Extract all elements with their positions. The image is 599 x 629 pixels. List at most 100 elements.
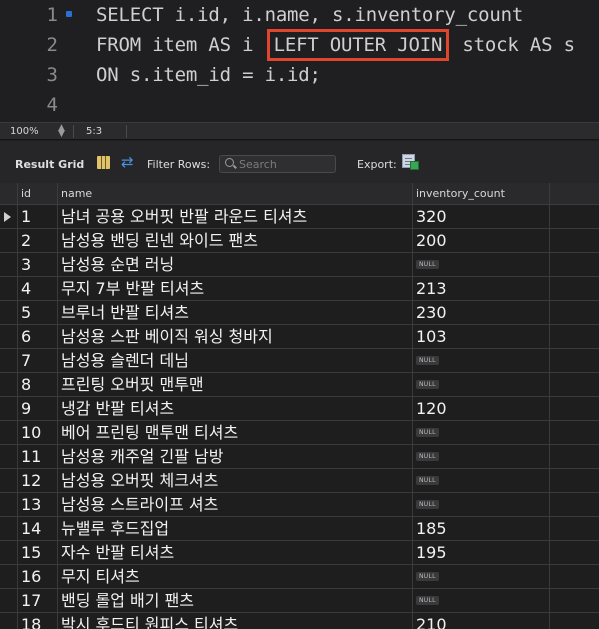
cell-id[interactable]: 6 [17,325,57,349]
line-number: 4 [46,94,58,116]
table-row[interactable]: 17 밴딩 롤업 배기 팬츠 NULL [0,589,599,613]
cell-id[interactable]: 18 [17,613,57,629]
cell-empty [549,205,599,229]
table-row[interactable]: 18 박시 후드티 원피스 티셔츠 210 [0,613,599,629]
cell-id[interactable]: 15 [17,541,57,565]
table-row[interactable]: 3 남성용 순면 러닝 NULL [0,253,599,277]
cell-inventory-count[interactable]: NULL [412,253,549,277]
cell-empty [549,229,599,253]
editor-status-bar: 100% ▲ ▼ 5:3 [0,122,599,140]
cell-inventory-count[interactable]: 195 [412,541,549,565]
cell-name[interactable]: 프린팅 오버핏 맨투맨 [57,373,412,397]
cell-name[interactable]: 뉴밸루 후드집업 [57,517,412,541]
table-row[interactable]: 5 브루너 반팔 티셔츠 230 [0,301,599,325]
cell-id[interactable]: 10 [17,421,57,445]
cell-inventory-count[interactable]: NULL [412,373,549,397]
table-row[interactable]: 1 남녀 공용 오버핏 반팔 라운드 티셔츠 320 [0,205,599,229]
code-text[interactable]: SELECT i.id, i.name, s.inventory_count [96,0,523,30]
cell-inventory-count[interactable]: NULL [412,469,549,493]
null-badge: NULL [416,500,439,509]
table-row[interactable]: 11 남성용 캐주얼 긴팔 남방 NULL [0,445,599,469]
cell-inventory-count[interactable]: NULL [412,445,549,469]
code-text[interactable]: ON s.item_id = i.id; [96,60,321,90]
cell-empty [549,493,599,517]
column-header-id[interactable]: id [17,183,57,205]
cell-inventory-count[interactable]: NULL [412,565,549,589]
cell-name[interactable]: 베어 프린팅 맨투맨 티셔츠 [57,421,412,445]
table-row[interactable]: 14 뉴밸루 후드집업 185 [0,517,599,541]
cell-id[interactable]: 9 [17,397,57,421]
export-label: Export: [357,158,397,171]
cell-inventory-count[interactable]: NULL [412,493,549,517]
column-header-inventory-count[interactable]: inventory_count [412,183,549,205]
cell-name[interactable]: 남성용 슬렌더 데님 [57,349,412,373]
table-row[interactable]: 9 냉감 반팔 티셔츠 120 [0,397,599,421]
table-row[interactable]: 12 남성용 오버핏 체크셔츠 NULL [0,469,599,493]
cell-inventory-count[interactable]: 210 [412,613,549,629]
cell-id[interactable]: 17 [17,589,57,613]
refresh-icon[interactable]: ⇄ [121,153,134,171]
cell-name[interactable]: 남성용 밴딩 린넨 와이드 팬츠 [57,229,412,253]
null-badge: NULL [416,596,439,605]
cell-inventory-count[interactable]: 120 [412,397,549,421]
cell-inventory-count[interactable]: NULL [412,421,549,445]
table-row[interactable]: 7 남성용 슬렌더 데님 NULL [0,349,599,373]
cell-id[interactable]: 4 [17,277,57,301]
cell-name[interactable]: 밴딩 롤업 배기 팬츠 [57,589,412,613]
sql-editor[interactable]: 1 SELECT i.id, i.name, s.inventory_count… [0,0,599,122]
filter-search-input[interactable] [239,157,331,171]
cell-name[interactable]: 무지 티셔츠 [57,565,412,589]
cell-id[interactable]: 16 [17,565,57,589]
zoom-level[interactable]: 100% [10,126,39,137]
cell-inventory-count[interactable]: 185 [412,517,549,541]
cell-name[interactable]: 남성용 스트라이프 셔츠 [57,493,412,517]
cell-id[interactable]: 2 [17,229,57,253]
cell-name[interactable]: 남성용 순면 러닝 [57,253,412,277]
code-text[interactable]: FROM item AS i LEFT OUTER JOIN stock AS … [96,29,575,61]
cell-name[interactable]: 남녀 공용 오버핏 반팔 라운드 티셔츠 [57,205,412,229]
cell-id[interactable]: 7 [17,349,57,373]
cell-name[interactable]: 박시 후드티 원피스 티셔츠 [57,613,412,629]
cell-id[interactable]: 12 [17,469,57,493]
cell-empty [549,565,599,589]
cell-name[interactable]: 남성용 오버핏 체크셔츠 [57,469,412,493]
table-row[interactable]: 8 프린팅 오버핏 맨투맨 NULL [0,373,599,397]
table-row[interactable]: 16 무지 티셔츠 NULL [0,565,599,589]
table-row[interactable]: 2 남성용 밴딩 린넨 와이드 팬츠 200 [0,229,599,253]
cell-id[interactable]: 3 [17,253,57,277]
cell-id[interactable]: 5 [17,301,57,325]
cell-id[interactable]: 1 [17,205,57,229]
cell-name[interactable]: 남성용 스판 베이직 워싱 청바지 [57,325,412,349]
cell-id[interactable]: 8 [17,373,57,397]
filter-search-box[interactable] [219,155,336,173]
table-row[interactable]: 15 자수 반팔 티셔츠 195 [0,541,599,565]
cell-name[interactable]: 자수 반팔 티셔츠 [57,541,412,565]
code-line-4: 4 [0,90,599,120]
cell-inventory-count[interactable]: NULL [412,349,549,373]
current-statement-marker-icon [66,11,72,17]
cell-inventory-count[interactable]: 213 [412,277,549,301]
cell-id[interactable]: 14 [17,517,57,541]
cell-inventory-count[interactable]: 230 [412,301,549,325]
cell-id[interactable]: 13 [17,493,57,517]
highlighted-join-clause: LEFT OUTER JOIN [266,29,450,61]
cell-inventory-count[interactable]: NULL [412,589,549,613]
cell-empty [549,349,599,373]
cell-inventory-count[interactable]: 320 [412,205,549,229]
cell-inventory-count[interactable]: 103 [412,325,549,349]
column-header-name[interactable]: name [57,183,412,205]
cell-id[interactable]: 11 [17,445,57,469]
cell-name[interactable]: 남성용 캐주얼 긴팔 남방 [57,445,412,469]
table-row[interactable]: 10 베어 프린팅 맨투맨 티셔츠 NULL [0,421,599,445]
result-grid[interactable]: id name inventory_count 1 남녀 공용 오버핏 반팔 라운… [0,183,599,629]
cell-inventory-count[interactable]: 200 [412,229,549,253]
table-row[interactable]: 4 무지 7부 반팔 티셔츠 213 [0,277,599,301]
cell-name[interactable]: 브루너 반팔 티셔츠 [57,301,412,325]
export-icon[interactable] [402,154,419,170]
table-row[interactable]: 6 남성용 스판 베이직 워싱 청바지 103 [0,325,599,349]
grid-view-icon[interactable] [97,156,110,169]
cell-name[interactable]: 무지 7부 반팔 티셔츠 [57,277,412,301]
zoom-stepper-icon[interactable]: ▲ ▼ [58,124,65,139]
cell-name[interactable]: 냉감 반팔 티셔츠 [57,397,412,421]
table-row[interactable]: 13 남성용 스트라이프 셔츠 NULL [0,493,599,517]
